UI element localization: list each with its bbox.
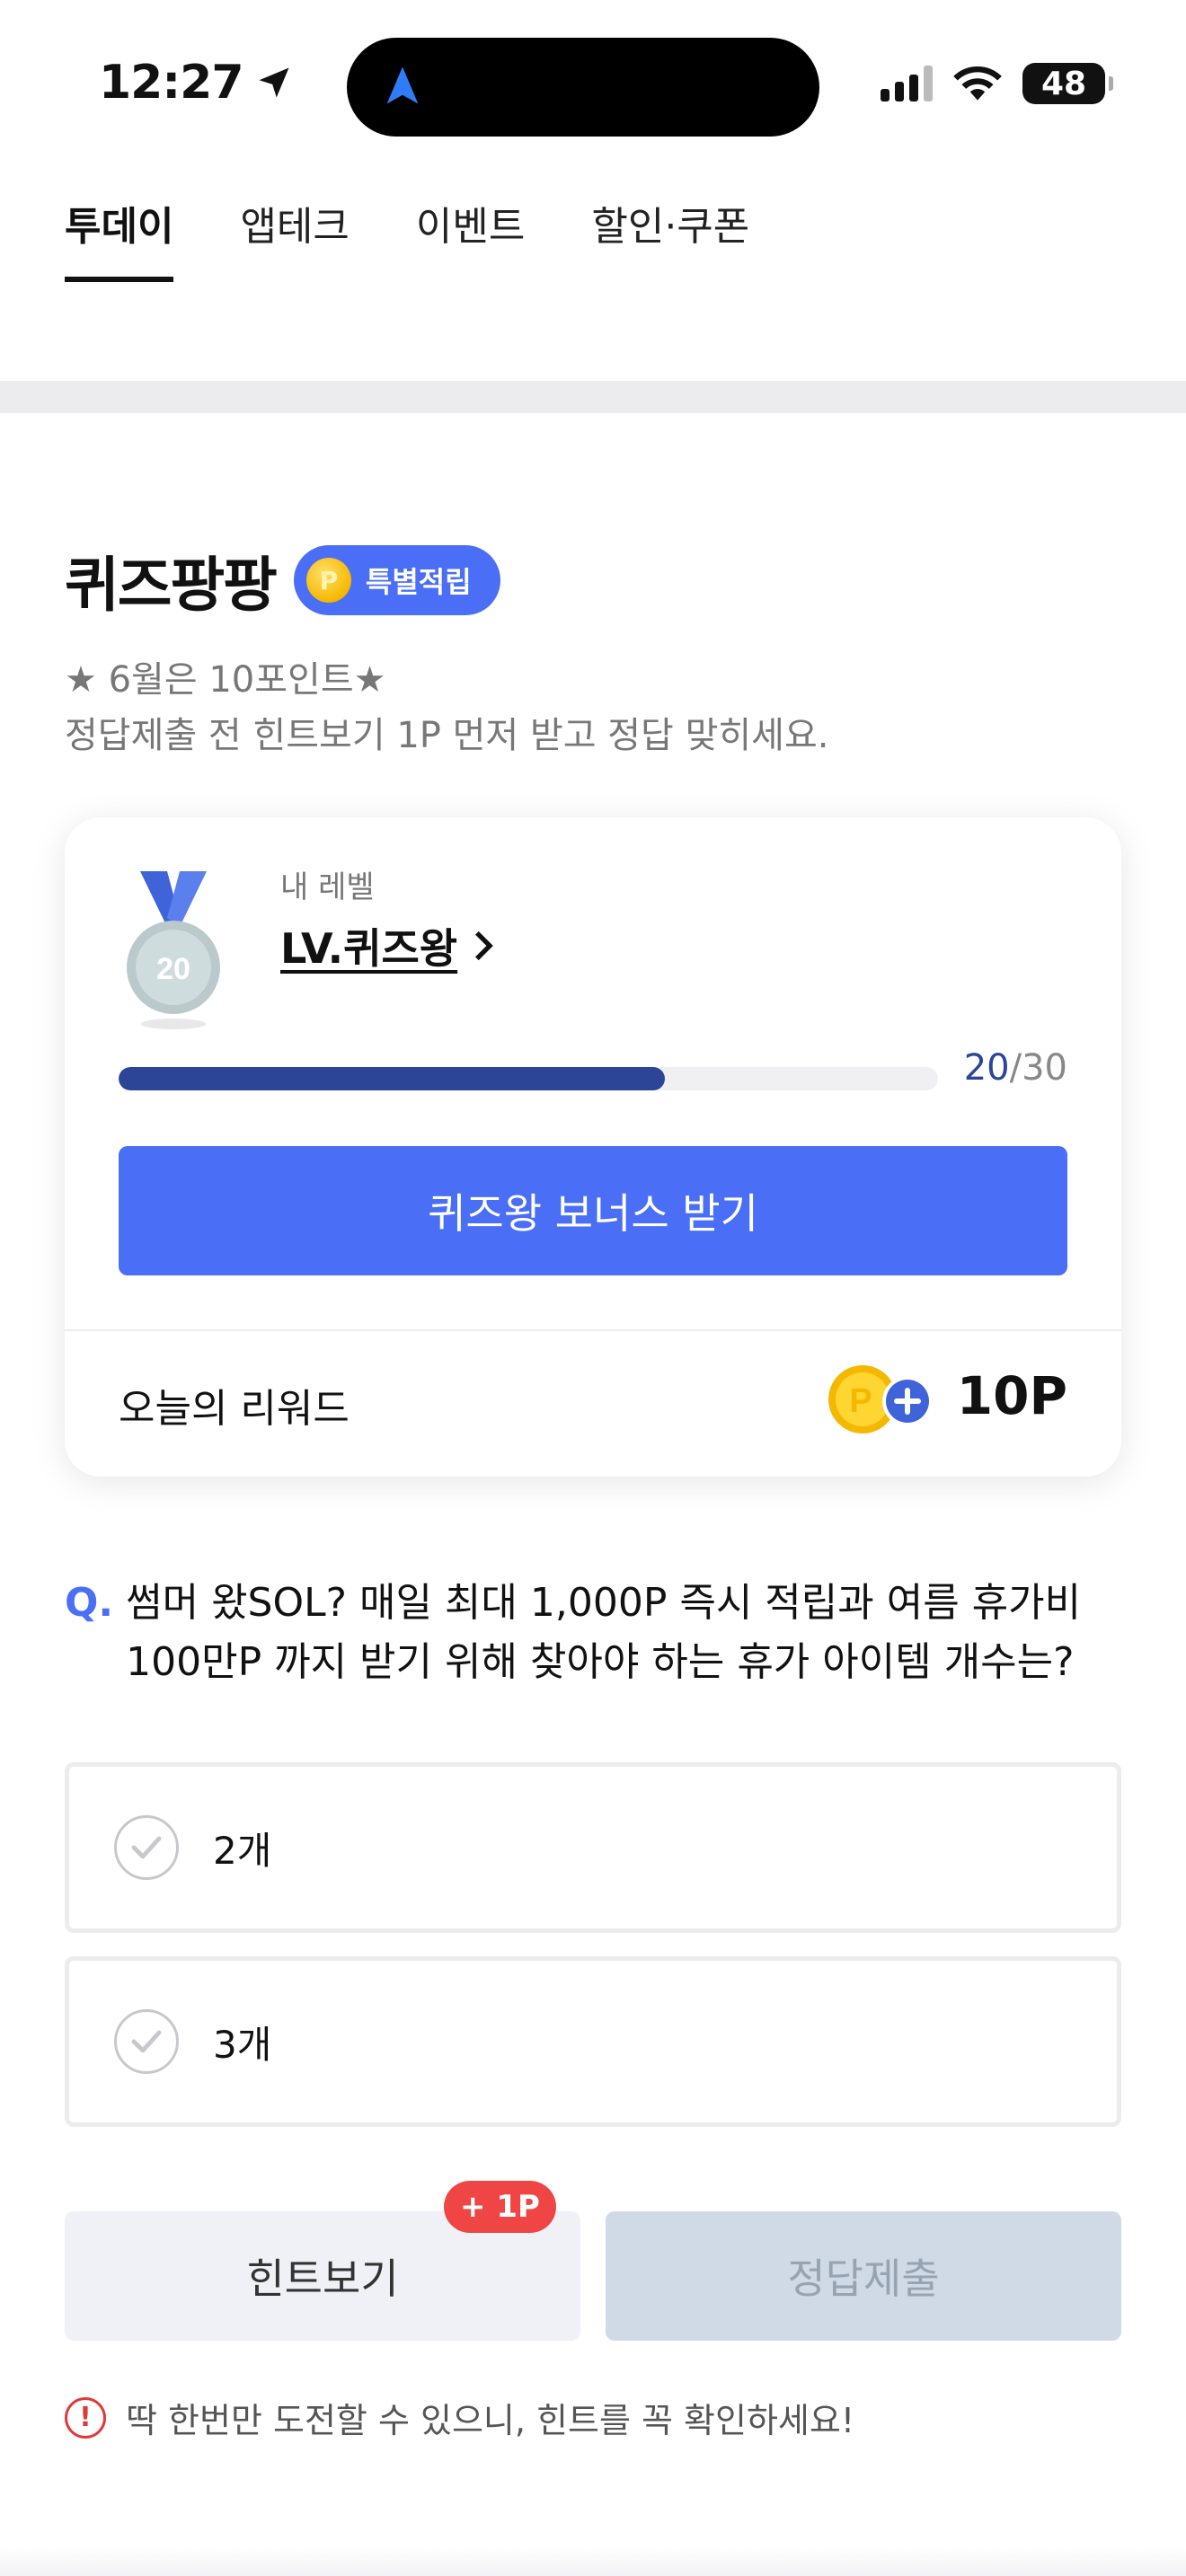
medal-icon: 20	[127, 871, 220, 1029]
answer-option-1[interactable]: 2개	[65, 1762, 1121, 1933]
quiz-header: 퀴즈팡팡 P 특별적립	[65, 537, 500, 623]
tab-apptech[interactable]: 앱테크	[240, 194, 349, 282]
chevron-right-icon	[475, 931, 493, 961]
option-label: 2개	[213, 1828, 272, 1873]
coin-plus-icon: P	[828, 1365, 933, 1434]
question-prefix: Q.	[65, 1580, 114, 1626]
question-text: 썸머 왔SOL? 매일 최대 1,000P 즉시 적립과 여름 휴가비 100만…	[126, 1580, 1082, 1685]
exclamation-icon: !	[65, 2396, 106, 2439]
quiz-question: Q. 썸머 왔SOL? 매일 최대 1,000P 즉시 적립과 여름 휴가비 1…	[65, 1574, 1134, 1692]
my-level-label: 내 레벨	[280, 869, 375, 905]
status-bar: 12:27 48	[0, 0, 1186, 171]
check-icon	[114, 2009, 179, 2074]
level-card: 20 내 레벨 LV.퀴즈왕 20/30 퀴즈왕 보너스 받기 오늘의 리워드 …	[65, 817, 1121, 1477]
level-name-link[interactable]: LV.퀴즈왕	[280, 916, 495, 975]
coin-icon: P	[305, 558, 351, 603]
warning-text: 딱 한번만 도전할 수 있으니, 힌트를 꼭 확인하세요!	[126, 2401, 855, 2440]
clock-text: 12:27	[99, 56, 244, 110]
section-divider	[0, 381, 1186, 413]
top-tabs: 투데이 앱테크 이벤트 할인·쿠폰	[65, 194, 749, 282]
medal-number: 20	[156, 952, 190, 986]
warning-notice: ! 딱 한번만 도전할 수 있으니, 힌트를 꼭 확인하세요!	[65, 2393, 854, 2442]
subtitle-line-1: ★ 6월은 10포인트★	[65, 659, 386, 701]
level-progress-text: 20/30	[964, 1047, 1067, 1089]
option-label: 3개	[213, 2022, 272, 2067]
progress-total: 30	[1022, 1047, 1067, 1089]
progress-separator: /	[1009, 1047, 1022, 1089]
level-progress-fill	[119, 1067, 666, 1090]
subtitle-line-2: 정답제출 전 힌트보기 1P 먼저 받고 정답 맞히세요.	[65, 715, 829, 756]
quiz-king-bonus-button[interactable]: 퀴즈왕 보너스 받기	[119, 1146, 1067, 1275]
today-reward-label: 오늘의 리워드	[119, 1386, 350, 1432]
special-reward-badge: P 특별적립	[293, 545, 500, 615]
tab-discount-coupon[interactable]: 할인·쿠폰	[591, 194, 749, 282]
today-reward-value: 10P	[956, 1365, 1067, 1426]
tab-event[interactable]: 이벤트	[416, 194, 525, 282]
level-name: LV.퀴즈왕	[280, 924, 458, 973]
status-time: 12:27	[99, 56, 294, 110]
progress-current: 20	[963, 1047, 1010, 1089]
status-icons: 48	[881, 63, 1113, 104]
submit-answer-button[interactable]: 정답제출	[606, 2211, 1121, 2341]
dynamic-island	[347, 38, 819, 137]
card-divider	[65, 1329, 1121, 1331]
svg-text:P: P	[849, 1382, 872, 1420]
location-arrow-icon	[259, 67, 289, 98]
quiz-title: 퀴즈팡팡	[65, 551, 278, 620]
level-progress-bar	[119, 1067, 938, 1090]
wifi-icon	[953, 66, 1002, 101]
special-badge-label: 특별적립	[365, 565, 472, 599]
answer-option-2[interactable]: 3개	[65, 1956, 1121, 2127]
hint-point-badge: + 1P	[444, 2181, 556, 2233]
navigation-icon	[386, 66, 419, 104]
battery-icon: 48	[1022, 63, 1113, 104]
bottom-edge	[0, 2547, 1186, 2576]
check-icon	[114, 1815, 179, 1880]
cellular-signal-icon	[881, 66, 933, 101]
tab-today[interactable]: 투데이	[65, 194, 174, 282]
quiz-subtitle: ★ 6월은 10포인트★ 정답제출 전 힌트보기 1P 먼저 받고 정답 맞히세…	[65, 652, 829, 763]
